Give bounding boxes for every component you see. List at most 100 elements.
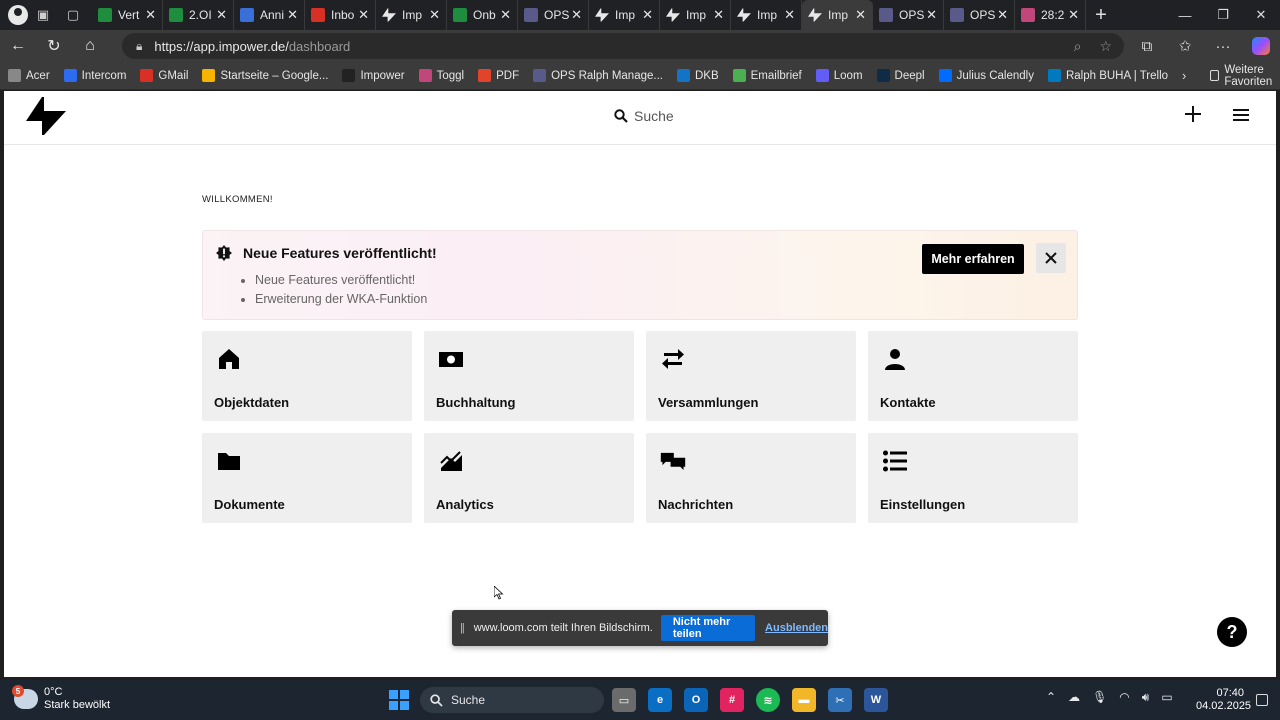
close-tab-icon[interactable]: ✕ — [500, 7, 511, 23]
tab-actions-icon[interactable]: ▢ — [58, 0, 88, 30]
zoom-icon[interactable]: ⌕ — [1074, 38, 1082, 55]
tile-objektdaten[interactable]: Objektdaten — [202, 331, 412, 421]
tile-kontakte[interactable]: Kontakte — [868, 331, 1078, 421]
drag-handle-icon[interactable]: || — [460, 622, 465, 634]
impower-logo-icon[interactable] — [26, 97, 66, 135]
stop-sharing-button[interactable]: Nicht mehr teilen — [660, 615, 756, 641]
close-tab-icon[interactable]: ✕ — [713, 7, 724, 23]
notifications-icon[interactable] — [1256, 694, 1268, 706]
close-window-icon[interactable]: ✕ — [1242, 0, 1280, 30]
close-tab-icon[interactable]: ✕ — [1068, 7, 1079, 23]
bookmark-item[interactable]: GMail — [140, 69, 188, 82]
battery-icon[interactable]: ▭ — [1161, 690, 1172, 705]
reload-icon[interactable]: ↻ — [36, 30, 72, 62]
bookmark-item[interactable]: Acer — [8, 69, 50, 82]
new-tab-button[interactable]: + — [1086, 0, 1116, 30]
microphone-icon[interactable]: 🎙︎ — [1092, 690, 1107, 705]
bookmark-item[interactable]: Intercom — [63, 69, 126, 82]
back-icon[interactable]: ← — [0, 30, 36, 62]
browser-tab[interactable]: 28:2 ✕ — [1015, 0, 1086, 30]
close-tab-icon[interactable]: ✕ — [784, 7, 795, 23]
bookmark-item[interactable]: PDF — [478, 69, 519, 82]
address-bar[interactable]: 🔒︎ https://app.impower.de/dashboard ⌕ ☆ — [122, 33, 1124, 59]
browser-tab[interactable]: Imp ✕ — [802, 0, 873, 30]
lock-icon[interactable]: 🔒︎ — [136, 39, 142, 54]
browser-tab[interactable]: Imp ✕ — [376, 0, 447, 30]
home-icon[interactable]: ⌂ — [72, 30, 108, 62]
tile-nachrichten[interactable]: Nachrichten — [646, 433, 856, 523]
search-button[interactable]: Suche — [614, 108, 674, 124]
browser-tab[interactable]: Inbo ✕ — [305, 0, 376, 30]
browser-tab[interactable]: OPS ✕ — [944, 0, 1015, 30]
bookmark-item[interactable]: Julius Calendly — [938, 69, 1034, 82]
weather-widget[interactable]: 5 0°C Stark bewölkt — [12, 685, 110, 712]
extensions-icon[interactable]: ⧉ — [1128, 30, 1166, 62]
system-clock[interactable]: 07:40 04.02.2025 — [1196, 687, 1251, 713]
volume-icon[interactable]: 🔊︎ — [1142, 690, 1150, 705]
slack-icon[interactable]: # — [720, 688, 744, 712]
wifi-icon[interactable]: ◠ — [1119, 690, 1129, 705]
tile-dokumente[interactable]: Dokumente — [202, 433, 412, 523]
bookmark-item[interactable]: Emailbrief — [732, 69, 802, 82]
outlook-icon[interactable]: O — [684, 688, 708, 712]
close-tab-icon[interactable]: ✕ — [145, 7, 156, 23]
restore-icon[interactable]: ❐ — [1204, 0, 1242, 30]
browser-tab[interactable]: Onb ✕ — [447, 0, 518, 30]
hide-share-bar-link[interactable]: Ausblenden — [765, 622, 828, 634]
bookmark-item[interactable]: OPS Ralph Manage... — [533, 69, 663, 82]
close-tab-icon[interactable]: ✕ — [642, 7, 653, 23]
browser-tab[interactable]: Imp ✕ — [660, 0, 731, 30]
bookmark-item[interactable]: Deepl — [876, 69, 925, 82]
minimize-icon[interactable]: — — [1166, 0, 1204, 30]
chevron-up-icon[interactable]: ⌃ — [1046, 690, 1056, 705]
close-tab-icon[interactable]: ✕ — [926, 7, 937, 23]
add-button[interactable] — [1182, 103, 1204, 125]
browser-tab[interactable]: 2.OI ✕ — [163, 0, 234, 30]
bookmarks-folder[interactable]: Weitere Favoriten — [1210, 64, 1277, 88]
close-tab-icon[interactable]: ✕ — [429, 7, 440, 23]
tile-buchhaltung[interactable]: Buchhaltung — [424, 331, 634, 421]
bookmark-item[interactable]: Startseite – Google... — [202, 69, 328, 82]
bookmark-item[interactable]: Ralph BUHA | Trello — [1047, 69, 1168, 82]
close-tab-icon[interactable]: ✕ — [216, 7, 227, 23]
edge-browser-icon[interactable]: e — [648, 688, 672, 712]
browser-tab[interactable]: Vert ✕ — [92, 0, 163, 30]
favorites-icon[interactable]: ✩ — [1166, 30, 1204, 62]
tile-einstellungen[interactable]: Einstellungen — [868, 433, 1078, 523]
favorite-star-icon[interactable]: ☆ — [1099, 38, 1112, 55]
word-icon[interactable]: W — [864, 688, 888, 712]
bookmark-item[interactable]: Toggl — [418, 69, 464, 82]
close-tab-icon[interactable]: ✕ — [358, 7, 369, 23]
snipping-tool-icon[interactable]: ✂ — [828, 688, 852, 712]
browser-tab[interactable]: Anni ✕ — [234, 0, 305, 30]
browser-tab[interactable]: OPS ✕ — [518, 0, 589, 30]
browser-tab[interactable]: Imp ✕ — [589, 0, 660, 30]
hamburger-menu-icon[interactable] — [1230, 105, 1252, 125]
weather-badge: 5 — [12, 685, 24, 697]
cloud-sync-icon[interactable]: ☁ — [1068, 690, 1080, 705]
bookmark-item[interactable]: Loom — [815, 69, 863, 82]
chevron-right-icon[interactable]: › — [1182, 68, 1186, 83]
bookmark-item[interactable]: DKB — [676, 69, 719, 82]
tile-analytics[interactable]: Analytics — [424, 433, 634, 523]
learn-more-button[interactable]: Mehr erfahren — [922, 244, 1024, 274]
close-tab-icon[interactable]: ✕ — [997, 7, 1008, 23]
browser-tab[interactable]: Imp ✕ — [731, 0, 802, 30]
close-tab-icon[interactable]: ✕ — [571, 7, 582, 23]
spotify-icon[interactable]: ≋ — [756, 688, 780, 712]
close-banner-button[interactable] — [1036, 243, 1066, 273]
windows-start-icon[interactable] — [389, 690, 409, 710]
copilot-icon[interactable] — [1252, 37, 1270, 55]
tile-versammlungen[interactable]: Versammlungen — [646, 331, 856, 421]
browser-tab[interactable]: OPS ✕ — [873, 0, 944, 30]
more-menu-icon[interactable]: ··· — [1204, 30, 1242, 62]
bookmark-item[interactable]: Impower — [342, 69, 405, 82]
task-view-icon[interactable]: ▭ — [612, 688, 636, 712]
help-button[interactable]: ? — [1217, 617, 1247, 647]
taskbar-search[interactable]: Suche — [420, 687, 604, 713]
close-tab-icon[interactable]: ✕ — [855, 7, 866, 23]
file-explorer-icon[interactable]: ▬ — [792, 688, 816, 712]
workspaces-icon[interactable]: ▣ — [28, 0, 58, 30]
close-tab-icon[interactable]: ✕ — [287, 7, 298, 23]
profile-avatar-icon[interactable] — [8, 5, 28, 25]
